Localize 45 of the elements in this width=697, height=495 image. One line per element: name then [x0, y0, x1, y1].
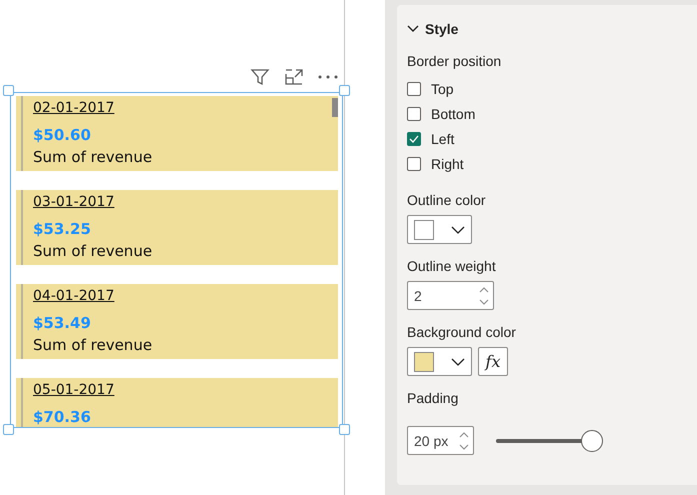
card-date: 04-01-2017 [33, 287, 116, 306]
resize-handle[interactable] [339, 424, 350, 435]
card-label: Sum of revenue [33, 241, 152, 262]
card-value: $50.60 [33, 125, 92, 146]
selected-visual-frame[interactable]: 02-01-2017 $50.60 Sum of revenue 03-01-2017 $53.25 Sum of revenue 04-01-2017 $53.49 Sum of revenue 05-01-2017 $70.36 [10, 92, 343, 428]
chevron-down-icon [451, 358, 465, 366]
checkbox-label[interactable]: Top [431, 80, 454, 96]
filter-icon[interactable] [250, 67, 270, 87]
card-value: $53.49 [33, 313, 92, 334]
card-label: Sum of revenue [33, 335, 152, 356]
number-input[interactable]: 2 [407, 281, 494, 310]
card-value: $53.25 [33, 219, 92, 240]
number-input[interactable]: 20 px [407, 426, 474, 455]
resize-handle[interactable] [3, 85, 14, 96]
scrollbar-thumb[interactable] [332, 98, 338, 117]
checkbox-label[interactable]: Left [431, 130, 454, 146]
checkbox[interactable] [407, 156, 421, 170]
expand-icon[interactable] [284, 68, 304, 86]
color-picker[interactable] [407, 347, 472, 376]
conditional-format-button[interactable]: fx [478, 347, 508, 376]
card-value: $70.36 [33, 407, 92, 427]
field-label: Padding [407, 390, 460, 406]
spin-arrows-icon[interactable] [479, 286, 489, 306]
checkbox-label[interactable]: Right [431, 156, 464, 172]
field-label: Outline color [407, 192, 487, 208]
spin-arrows-icon[interactable] [459, 430, 469, 450]
field-label: Border position [407, 53, 502, 69]
color-picker[interactable] [407, 215, 472, 244]
slider-thumb[interactable] [581, 430, 603, 452]
card-date: 03-01-2017 [33, 193, 116, 212]
resize-handle[interactable] [339, 85, 350, 96]
card-date: 02-01-2017 [33, 99, 116, 118]
card-label: Sum of revenue [33, 147, 152, 168]
field-label: Background color [407, 324, 517, 340]
chevron-icon[interactable] [407, 25, 419, 33]
field-label: Outline weight [407, 258, 497, 274]
section-title[interactable]: Style [425, 21, 458, 37]
checkbox[interactable] [407, 132, 421, 146]
checkbox[interactable] [407, 106, 421, 120]
checkbox[interactable] [407, 82, 421, 96]
checkbox-label[interactable]: Bottom [431, 106, 476, 122]
chevron-down-icon [451, 226, 465, 234]
card-date: 05-01-2017 [33, 381, 114, 400]
more-options-icon[interactable] [318, 75, 338, 79]
resize-handle[interactable] [3, 424, 14, 435]
